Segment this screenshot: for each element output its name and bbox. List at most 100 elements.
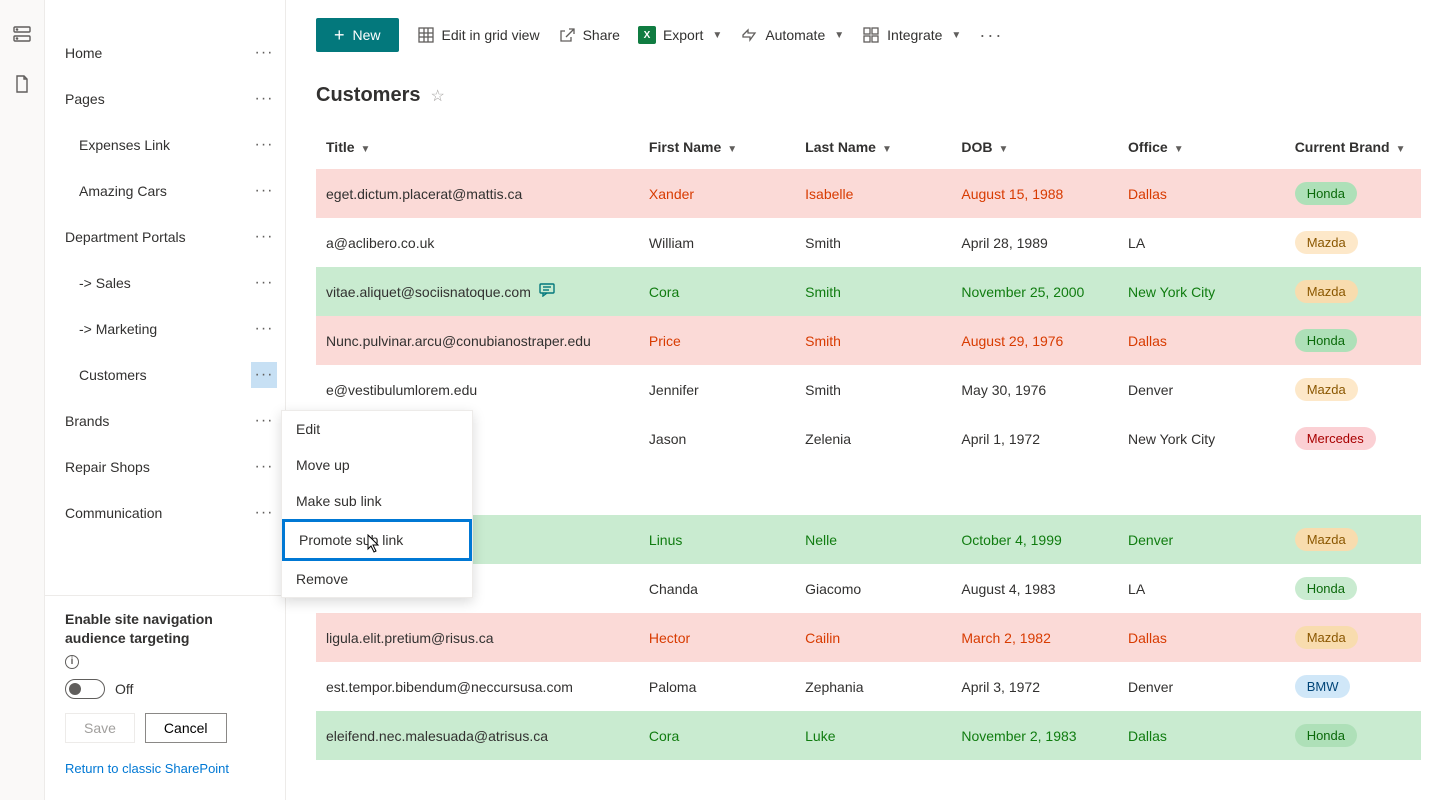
cell-dob: August 29, 1976 (951, 316, 1118, 365)
nav-item-more-icon[interactable]: ··· (251, 40, 277, 66)
nav-item[interactable]: -> Sales ··· (45, 260, 285, 306)
brand-pill: BMW (1295, 675, 1351, 698)
cell-first: Paloma (639, 662, 795, 711)
cell-title: ligula.elit.pretium@risus.ca (316, 613, 639, 662)
cell-office: Denver (1118, 662, 1285, 711)
context-menu-item[interactable]: Make sub link (282, 483, 472, 519)
table-row[interactable]: on.comJasonZeleniaApril 1, 1972New York … (316, 414, 1421, 463)
nav-item-label: Brands (65, 413, 109, 429)
cell-brand: Honda (1285, 169, 1421, 218)
classic-sharepoint-link[interactable]: Return to classic SharePoint (65, 753, 265, 776)
cell-first: Chanda (639, 564, 795, 613)
nav-item-more-icon[interactable]: ··· (251, 316, 277, 342)
edit-grid-button[interactable]: Edit in grid view (417, 26, 540, 44)
column-header[interactable]: Office▼ (1118, 125, 1285, 169)
brand-pill: Mazda (1295, 528, 1358, 551)
export-button[interactable]: X Export ▼ (638, 26, 722, 44)
nav-item-label: -> Sales (79, 275, 131, 291)
column-header[interactable]: Title▼ (316, 125, 639, 169)
nav-item[interactable]: Repair Shops··· (45, 444, 285, 490)
cell-office: LA (1118, 564, 1285, 613)
nav-item-label: Expenses Link (79, 137, 170, 153)
nav-item-more-icon[interactable]: ··· (251, 362, 277, 388)
nav-item[interactable]: Brands ··· (45, 398, 285, 444)
cancel-button[interactable]: Cancel (145, 713, 227, 743)
new-button[interactable]: + New (316, 18, 399, 52)
table-row[interactable]: eget.dictum.placerat@mattis.caXanderIsab… (316, 169, 1421, 218)
cell-title: e@vestibulumlorem.edu (316, 365, 639, 414)
cell-dob: April 1, 1972 (951, 414, 1118, 463)
brand-pill: Mazda (1295, 280, 1358, 303)
cell-dob: May 30, 1976 (951, 365, 1118, 414)
table-row[interactable]: Nullam@Etiam.netChandaGiacomoAugust 4, 1… (316, 564, 1421, 613)
table-row[interactable]: ligula.elit.pretium@risus.caHectorCailin… (316, 613, 1421, 662)
cell-dob: April 28, 1989 (951, 218, 1118, 267)
table-row[interactable]: Nunc.pulvinar.arcu@conubianostraper.eduP… (316, 316, 1421, 365)
nav-item[interactable]: Department Portals··· (45, 214, 285, 260)
audience-targeting-label: Enable site navigation audience targetin… (65, 610, 265, 669)
cell-dob: August 4, 1983 (951, 564, 1118, 613)
file-icon[interactable] (12, 74, 32, 94)
table-row[interactable]: eleifend.nec.malesuada@atrisus.caCoraLuk… (316, 711, 1421, 760)
comment-icon[interactable] (539, 283, 555, 297)
automate-button[interactable]: Automate ▼ (740, 26, 844, 44)
cell-last: Smith (795, 218, 951, 267)
nav-item[interactable]: Amazing Cars ··· (45, 168, 285, 214)
table-row[interactable]: e@vestibulumlorem.eduJenniferSmithMay 30… (316, 365, 1421, 414)
nav-item-more-icon[interactable]: ··· (251, 408, 277, 434)
nav-item-label: Amazing Cars (79, 183, 167, 199)
nav-item-label: Customers (79, 367, 147, 383)
app-rail (0, 0, 45, 800)
nav-item[interactable]: Pages··· (45, 76, 285, 122)
cell-last: Isabelle (795, 169, 951, 218)
info-icon[interactable]: i (65, 655, 79, 669)
more-actions-button[interactable]: ··· (979, 25, 1003, 46)
nav-item-label: Home (65, 45, 102, 61)
nav-item-more-icon[interactable]: ··· (251, 132, 277, 158)
table-row[interactable]: @in.eduLinusNelleOctober 4, 1999DenverMa… (316, 515, 1421, 564)
cell-last: Cailin (795, 613, 951, 662)
nav-item[interactable]: Home ··· (45, 30, 285, 76)
nav-item[interactable]: Communication··· (45, 490, 285, 536)
nav-item-more-icon[interactable]: ··· (251, 178, 277, 204)
column-header[interactable]: Current Brand▼ (1285, 125, 1421, 169)
share-button[interactable]: Share (558, 26, 620, 44)
brand-pill: Honda (1295, 329, 1357, 352)
nav-item-more-icon[interactable]: ··· (251, 86, 277, 112)
cell-brand: Mazda (1285, 218, 1421, 267)
audience-targeting-toggle[interactable] (65, 679, 105, 699)
table-row[interactable]: a@aclibero.co.ukWilliamSmithApril 28, 19… (316, 218, 1421, 267)
nav-item[interactable]: Expenses Link ··· (45, 122, 285, 168)
nav-item-more-icon[interactable]: ··· (251, 224, 277, 250)
column-header[interactable]: Last Name▼ (795, 125, 951, 169)
table-row[interactable]: est.tempor.bibendum@neccursusa.comPaloma… (316, 662, 1421, 711)
column-header[interactable]: First Name▼ (639, 125, 795, 169)
table-row[interactable]: vitae.aliquet@sociisnatoque.comCoraSmith… (316, 267, 1421, 316)
context-menu-item[interactable]: Move up (282, 447, 472, 483)
integrate-button[interactable]: Integrate ▼ (862, 26, 961, 44)
nav-item-more-icon[interactable]: ··· (251, 454, 277, 480)
column-header[interactable]: DOB▼ (951, 125, 1118, 169)
cell-last: Zephania (795, 662, 951, 711)
cell-first: Jason (639, 414, 795, 463)
cell-last: Smith (795, 365, 951, 414)
brand-pill: Honda (1295, 724, 1357, 747)
cell-brand: Mazda (1285, 365, 1421, 414)
context-menu-item[interactable]: Remove (282, 561, 472, 597)
favorite-star-icon[interactable]: ☆ (430, 86, 444, 106)
server-icon[interactable] (12, 24, 32, 44)
nav-item-more-icon[interactable]: ··· (251, 270, 277, 296)
nav-item-more-icon[interactable]: ··· (251, 500, 277, 526)
nav-settings: Enable site navigation audience targetin… (45, 595, 285, 790)
nav-item[interactable]: -> Marketing··· (45, 306, 285, 352)
cell-title: eget.dictum.placerat@mattis.ca (316, 169, 639, 218)
cell-first: Xander (639, 169, 795, 218)
cell-brand: Honda (1285, 564, 1421, 613)
nav-item[interactable]: Customers ··· (45, 352, 285, 398)
chevron-down-icon: ▼ (999, 144, 1009, 155)
context-menu-item[interactable]: Edit (282, 411, 472, 447)
cell-dob: August 15, 1988 (951, 169, 1118, 218)
list-header: Customers ☆ (286, 70, 1441, 125)
chevron-down-icon: ▼ (361, 144, 371, 155)
cell-first: Cora (639, 711, 795, 760)
